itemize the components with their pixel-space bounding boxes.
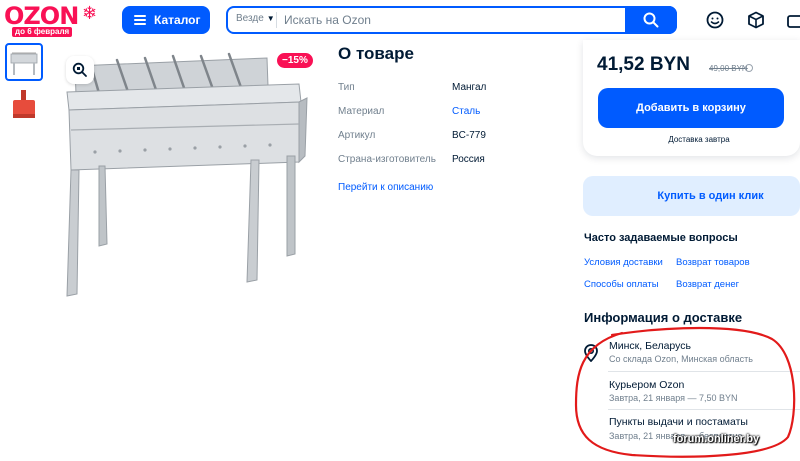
catalog-label: Каталог: [154, 13, 201, 27]
faq-link-returns[interactable]: Возврат товаров: [676, 257, 750, 268]
about-title: О товаре: [338, 44, 414, 63]
search-scope-select[interactable]: Везде ▼: [236, 13, 275, 24]
box-icon[interactable]: [745, 9, 767, 31]
red-shovel-thumbnail[interactable]: [10, 90, 38, 122]
faq-link-refund[interactable]: Возврат денег: [676, 279, 739, 290]
ozon-logo[interactable]: OZON ❄ до 6 февраля: [4, 2, 98, 37]
old-price: 49,00 BYN: [709, 64, 748, 73]
attribute-key: Материал: [338, 106, 385, 117]
attribute-value: Мангал: [452, 82, 487, 93]
catalog-button[interactable]: Каталог: [122, 6, 210, 34]
header: OZON ❄ до 6 февраля Каталог Везде ▼: [0, 0, 800, 40]
faq-title: Часто задаваемые вопросы: [584, 232, 738, 244]
one-click-buy-button[interactable]: Купить в один клик: [583, 176, 800, 216]
price-card: 41,52 BYN 49,00 BYN Добавить в корзину Д…: [583, 40, 800, 156]
attribute-row: Артикул BC-779: [338, 130, 568, 146]
delivery-courier-sub: Завтра, 21 января — 7,50 BYN: [609, 393, 738, 403]
attribute-row: Тип Мангал: [338, 82, 568, 98]
search-button[interactable]: [625, 6, 677, 34]
faq-link-payment[interactable]: Способы оплаты: [584, 279, 659, 290]
search-input[interactable]: [284, 11, 614, 29]
search-scope-label: Везде: [236, 13, 264, 24]
delivery-title: Информация о доставке: [584, 310, 743, 325]
watermark: forum.onliner.by: [673, 433, 760, 445]
grill-thumbnail[interactable]: [5, 43, 43, 81]
smile-icon[interactable]: [704, 9, 726, 31]
add-to-cart-button[interactable]: Добавить в корзину: [598, 88, 784, 128]
description-link[interactable]: Перейти к описанию: [338, 182, 433, 193]
location-pin-icon: [584, 344, 598, 362]
delivery-location-sub: Со склада Ozon, Минская область: [609, 354, 753, 364]
bag-icon[interactable]: [784, 9, 800, 31]
search-divider: [276, 12, 277, 28]
info-icon[interactable]: [745, 64, 753, 72]
discount-badge: −15%: [277, 53, 313, 68]
attribute-row: Страна-изготовитель Россия: [338, 154, 568, 170]
snowflake-icon: ❄: [82, 3, 98, 23]
price: 41,52 BYN: [597, 54, 690, 75]
search-icon: [643, 12, 659, 28]
delivery-pickup: Пункты выдачи и постаматы: [609, 416, 748, 428]
search-bar: Везде ▼: [226, 6, 677, 34]
caret-down-icon: ▼: [266, 14, 275, 23]
attribute-value-link[interactable]: Сталь: [452, 106, 480, 117]
attribute-row: Материал Сталь: [338, 106, 568, 122]
logo-text: OZON: [4, 2, 79, 30]
attribute-key: Страна-изготовитель: [338, 154, 436, 165]
product-image: [55, 44, 315, 304]
attribute-value: BC-779: [452, 130, 486, 141]
divider: [608, 409, 800, 410]
menu-icon: [134, 15, 146, 25]
faq-link-delivery[interactable]: Условия доставки: [584, 257, 663, 268]
delivery-location[interactable]: Минск, Беларусь: [609, 340, 691, 352]
divider: [608, 371, 800, 372]
delivery-courier: Курьером Ozon: [609, 379, 685, 391]
attribute-key: Артикул: [338, 130, 376, 141]
attribute-key: Тип: [338, 82, 355, 93]
delivery-note: Доставка завтра: [668, 135, 730, 144]
attribute-value: Россия: [452, 154, 485, 165]
logo-subtitle: до 6 февраля: [12, 27, 73, 37]
magnifier-icon[interactable]: [66, 56, 94, 84]
